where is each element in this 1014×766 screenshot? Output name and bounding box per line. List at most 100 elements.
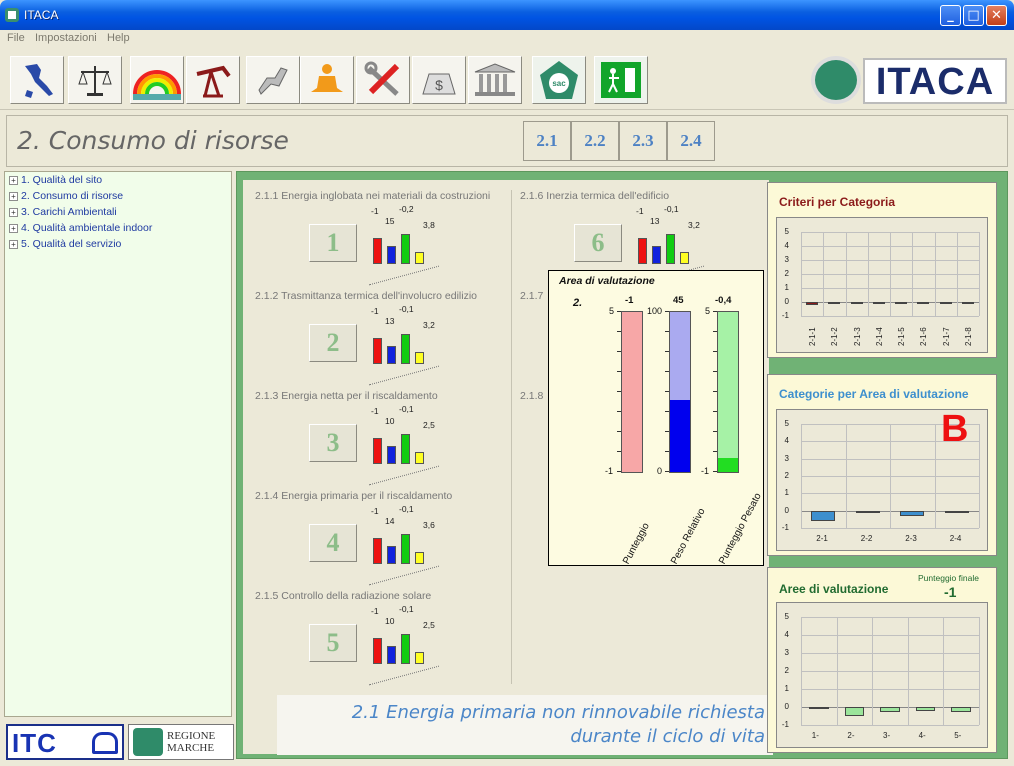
vertical-gridline [867, 232, 869, 316]
regione-marche-logo: REGIONE MARCHE [128, 724, 234, 760]
mini-bar [401, 534, 410, 564]
expand-icon[interactable]: + [9, 176, 18, 185]
popup-axis-tick [617, 311, 621, 312]
x-tick-label: 2-4 [949, 534, 962, 543]
criterion-mini-chart: -1 14 -0,1 3,6 [369, 504, 439, 586]
menu-impostazioni[interactable]: Impostazioni [35, 32, 97, 44]
tree-item-5[interactable]: +5. Qualità del servizio [9, 238, 121, 250]
itc-logo: ITC [6, 724, 124, 760]
tab-2-4[interactable]: 2.4 [667, 121, 715, 161]
y-tick-label: -1 [781, 720, 789, 729]
gridline [801, 725, 979, 726]
expand-icon[interactable]: + [9, 192, 18, 201]
tree-item-4[interactable]: +4. Qualità ambientale indoor [9, 222, 152, 234]
meditation-icon[interactable] [300, 56, 354, 104]
chart-bar [850, 302, 863, 304]
mini-bar [401, 634, 410, 664]
panel-title: Criteri per Categoria [779, 195, 896, 209]
tab-2-1[interactable]: 2.1 [523, 121, 571, 161]
mini-bar-value: -1 [636, 206, 644, 216]
menu-help[interactable]: Help [107, 32, 130, 44]
criterion-block: 2.1.3 Energia netta per il riscaldamento… [255, 390, 505, 490]
vertical-gridline [943, 617, 945, 725]
mini-bar-value: 14 [385, 516, 395, 526]
italy-map-icon[interactable] [10, 56, 64, 104]
building-icon[interactable] [468, 56, 522, 104]
tools-icon[interactable] [356, 56, 410, 104]
mini-bar-value: 15 [385, 216, 395, 226]
exit-icon[interactable] [594, 56, 648, 104]
chart-bar [880, 707, 900, 713]
popup-axis-top: 5 [609, 306, 615, 316]
criterion-button[interactable]: 3 [309, 424, 357, 462]
x-tick-label: 2-1-5 [897, 327, 907, 346]
criterion-label: 2.1.3 Energia netta per il riscaldamento [255, 390, 438, 402]
menu-file[interactable]: File [7, 32, 25, 44]
area-valutazione-popup: Area di valutazione 2. -1 5 -1 Punteggio 45 1… [548, 270, 764, 566]
chart-aree: 5 4 3 2 1 0 -1 1- 2- 3- 4- 5- [776, 602, 988, 748]
tab-2-2[interactable]: 2.2 [571, 121, 619, 161]
svg-text:sac: sac [552, 79, 566, 88]
tree-item-3[interactable]: +3. Carichi Ambientali [9, 206, 117, 218]
mini-bar-value: 2,5 [423, 620, 435, 630]
tree-item-1[interactable]: +1. Qualità del sito [9, 174, 102, 186]
tree-item-2[interactable]: +2. Consumo di risorse [9, 190, 123, 202]
criterion-button[interactable]: 5 [309, 624, 357, 662]
popup-column-value: -1 [625, 295, 634, 306]
footer-description: 2.1 Energia primaria non rinnovabile ric… [277, 695, 773, 755]
popup-axis-tick [713, 391, 717, 392]
plug-icon[interactable] [246, 56, 300, 104]
y-tick-label: 3 [784, 255, 789, 264]
popup-axis-tick [617, 471, 621, 472]
criterion-button[interactable]: 2 [309, 324, 357, 362]
x-tick-label: 2-1-2 [830, 327, 840, 346]
window-title: ITACA [24, 8, 59, 22]
criterion-button[interactable]: 6 [574, 224, 622, 262]
money-bag-icon[interactable]: $ [412, 56, 466, 104]
maximize-button[interactable]: □ [963, 5, 984, 26]
y-tick-label: 2 [784, 269, 789, 278]
chart-bar [809, 707, 829, 709]
x-tick-label: 2-1-4 [874, 327, 884, 346]
y-tick-label: 5 [784, 612, 789, 621]
vertical-gridline [845, 232, 847, 316]
criterion-mini-chart: -1 13 -0,1 3,2 [369, 304, 439, 386]
vertical-gridline [934, 232, 936, 316]
criterion-button[interactable]: 1 [309, 224, 357, 262]
minimize-button[interactable]: _ [940, 5, 961, 26]
y-tick-label: 1 [784, 488, 789, 498]
mini-bar-value: -1 [371, 406, 379, 416]
chart-bar [806, 302, 819, 305]
oil-pump-icon[interactable] [186, 56, 240, 104]
page-title: 2. Consumo di risorse [17, 126, 289, 155]
itc-emblem-icon [92, 732, 118, 754]
chart-bar [900, 510, 925, 516]
mini-bar-value: 10 [385, 616, 395, 626]
criterion-label: 2.1.2 Trasmittanza termica dell'involucr… [255, 290, 478, 302]
sac-emblem [811, 56, 861, 104]
tab-2-3[interactable]: 2.3 [619, 121, 667, 161]
y-tick-label: 1 [784, 283, 789, 292]
expand-icon[interactable]: + [9, 224, 18, 233]
y-tick-label: 0 [784, 505, 789, 515]
expand-icon[interactable]: + [9, 240, 18, 249]
y-tick-label: 0 [784, 702, 789, 711]
mini-bar-value: -0,1 [399, 504, 414, 514]
close-button[interactable]: ✕ [986, 5, 1007, 26]
x-tick-label: 1- [811, 731, 819, 740]
rainbow-icon[interactable] [130, 56, 184, 104]
mini-bar-value: 13 [650, 216, 660, 226]
sac-logo-icon[interactable]: sac [532, 56, 586, 104]
chart-bar [828, 302, 841, 304]
y-tick-label: 5 [784, 227, 789, 236]
mini-bar [373, 538, 382, 564]
expand-icon[interactable]: + [9, 208, 18, 217]
popup-axis-tick [713, 331, 717, 332]
x-tick-label: 2-3 [905, 534, 917, 543]
criteria-area: 2.1.1 Energia inglobata nei materiali da… [243, 180, 773, 755]
criterion-button[interactable]: 4 [309, 524, 357, 562]
scales-icon[interactable] [68, 56, 122, 104]
popup-axis-tick [665, 451, 669, 452]
footer-line-1: 2.1 Energia primaria non rinnovabile ric… [351, 702, 765, 723]
popup-axis-top: 5 [705, 306, 711, 316]
